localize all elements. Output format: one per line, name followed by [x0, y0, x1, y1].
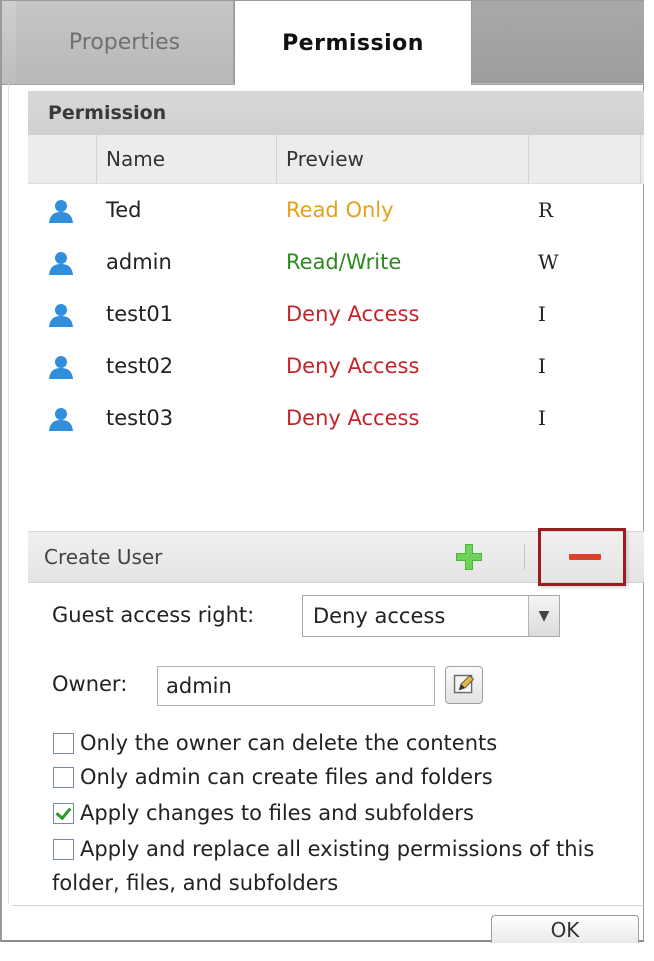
user-icon — [49, 304, 73, 327]
permission-code[interactable]: I — [538, 341, 546, 391]
permission-code[interactable]: I — [538, 393, 546, 443]
column-separator — [640, 135, 641, 183]
tab-permission[interactable]: Permission — [234, 1, 472, 85]
user-name: test01 — [106, 302, 174, 326]
user-name: test03 — [106, 406, 174, 430]
section-title: Permission — [28, 91, 644, 135]
tab-bar: Properties Permission — [2, 1, 644, 85]
toolbar-separator — [524, 544, 525, 570]
permission-preview: Read Only — [286, 198, 394, 222]
admin-create-checkbox[interactable] — [53, 766, 74, 788]
guest-access-value: Deny access — [313, 604, 446, 628]
permission-preview: Deny Access — [286, 406, 420, 430]
user-icon — [49, 200, 73, 223]
permission-preview: Deny Access — [286, 354, 420, 378]
permission-preview: Read/Write — [286, 250, 402, 274]
column-separator — [276, 135, 277, 183]
table-row[interactable]: admin Read/Write W — [28, 237, 644, 287]
panel-left-border — [8, 84, 9, 904]
tab-properties[interactable]: Properties — [16, 1, 234, 83]
permission-code[interactable]: I — [538, 289, 546, 339]
apply-replace-checkbox[interactable] — [53, 838, 74, 860]
guest-access-label: Guest access right: — [52, 603, 255, 627]
user-icon — [49, 408, 73, 431]
option-label: Only admin can create files and folders — [80, 765, 493, 789]
user-icon — [49, 252, 73, 275]
minus-icon[interactable] — [569, 554, 601, 560]
create-user-label: Create User — [44, 545, 163, 569]
option-label: Only the owner can delete the contents — [80, 731, 498, 755]
column-separator — [528, 135, 529, 183]
option-apply-replace[interactable]: Apply and replace all existing permissio… — [53, 837, 594, 861]
chevron-down-icon[interactable]: ▼ — [528, 596, 559, 636]
option-apply-changes[interactable]: Apply changes to files and subfolders — [53, 801, 474, 825]
permission-code[interactable]: W — [538, 237, 559, 287]
option-label: Apply changes to files and subfolders — [80, 801, 474, 825]
column-separator — [96, 135, 97, 183]
permission-preview: Deny Access — [286, 302, 420, 326]
table-row[interactable]: test03 Deny Access I — [28, 393, 644, 443]
owner-label: Owner: — [52, 672, 128, 696]
option-owner-delete[interactable]: Only the owner can delete the contents — [53, 731, 497, 755]
pencil-edit-icon — [453, 674, 475, 694]
option-label-continued: folder, files, and subfolders — [52, 871, 339, 895]
table-row[interactable]: test02 Deny Access I — [28, 341, 644, 391]
tab-bar-empty — [472, 1, 644, 83]
guest-access-select[interactable]: Deny access ▼ — [302, 595, 560, 637]
user-icon — [49, 356, 73, 379]
user-name: Ted — [106, 198, 142, 222]
permission-panel: Properties Permission Permission Name Pr… — [0, 0, 644, 943]
plus-icon[interactable] — [454, 542, 484, 572]
column-header-name[interactable]: Name — [106, 135, 165, 183]
edit-owner-button[interactable] — [445, 666, 483, 704]
apply-changes-checkbox[interactable] — [53, 802, 74, 824]
user-name: admin — [106, 250, 172, 274]
table-header: Name Preview — [28, 135, 644, 184]
table-row[interactable]: test01 Deny Access I — [28, 289, 644, 339]
table-row[interactable]: Ted Read Only R — [28, 185, 644, 235]
ok-button[interactable]: OK — [491, 915, 639, 943]
option-label: Apply and replace all existing permissio… — [80, 837, 595, 861]
footer-divider — [12, 905, 644, 906]
user-name: test02 — [106, 354, 174, 378]
owner-delete-checkbox[interactable] — [53, 732, 74, 754]
permission-code[interactable]: R — [538, 185, 553, 235]
column-header-preview[interactable]: Preview — [286, 135, 364, 183]
option-admin-create[interactable]: Only admin can create files and folders — [53, 765, 493, 789]
owner-field[interactable] — [157, 666, 435, 706]
